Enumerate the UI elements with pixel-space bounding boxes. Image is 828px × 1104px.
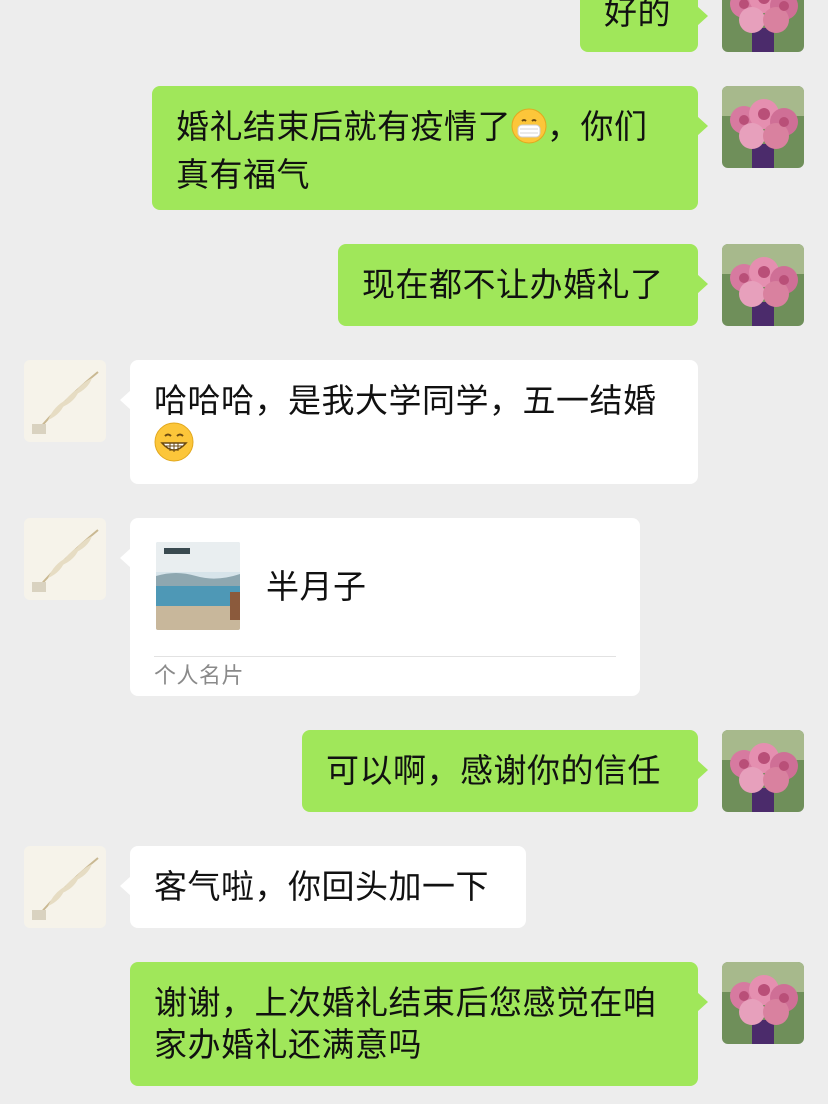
my-avatar[interactable] [722, 0, 804, 52]
my-avatar[interactable] [722, 86, 804, 168]
rose-bouquet-avatar-icon [722, 962, 804, 1044]
message-line: 真有福气 [176, 155, 310, 194]
message-text: 婚礼结束后就有疫情了 [176, 107, 511, 146]
message-line: 谢谢，上次婚礼结束后您感觉在咱 [154, 983, 657, 1022]
contact-card-name: 半月子 [266, 567, 367, 606]
message-bubble-received[interactable]: 哈哈哈，是我大学同学，五一结婚 [120, 360, 698, 484]
rose-bouquet-avatar-icon [722, 0, 804, 52]
my-avatar[interactable] [722, 962, 804, 1044]
contact-card-bubble[interactable]: 半月子 个人名片 [120, 518, 640, 696]
message-text: 客气啦，你回头加一下 [154, 867, 489, 906]
rose-bouquet-avatar-icon [722, 244, 804, 326]
my-avatar[interactable] [722, 244, 804, 326]
contact-card-avatar [156, 542, 240, 630]
grin-emoji-icon [154, 422, 194, 472]
chat-area[interactable]: 好的 婚礼结束后就有疫情了 ，你们 真有福气 现在都不让办婚礼了 哈哈哈，是我大… [0, 0, 828, 1104]
message-bubble-received[interactable]: 客气啦，你回头加一下 [120, 846, 526, 928]
contact-avatar[interactable] [24, 518, 106, 600]
message-bubble-sent[interactable]: 谢谢，上次婚礼结束后您感觉在咱 家办婚礼还满意吗 [130, 962, 708, 1086]
message-bubble-sent[interactable]: 可以啊，感谢你的信任 [302, 730, 708, 812]
message-text: 哈哈哈，是我大学同学，五一结婚 [154, 381, 657, 420]
mask-face-emoji-icon [511, 108, 547, 154]
rose-bouquet-avatar-icon [722, 86, 804, 168]
message-text: 现在都不让办婚礼了 [362, 265, 664, 304]
message-bubble-sent[interactable]: 现在都不让办婚礼了 [338, 244, 708, 326]
feather-avatar-icon [24, 846, 106, 928]
message-bubble-sent[interactable]: 婚礼结束后就有疫情了 ，你们 真有福气 [152, 86, 708, 210]
message-line: 家办婚礼还满意吗 [154, 1025, 422, 1064]
contact-avatar[interactable] [24, 360, 106, 442]
message-line: 婚礼结束后就有疫情了 ，你们 [176, 106, 674, 154]
message-text: 可以啊，感谢你的信任 [326, 751, 661, 790]
feather-avatar-icon [24, 360, 106, 442]
contact-card-type: 个人名片 [154, 664, 245, 689]
feather-avatar-icon [24, 518, 106, 600]
message-bubble-sent[interactable]: 好的 [580, 0, 708, 52]
divider [154, 656, 616, 657]
rose-bouquet-avatar-icon [722, 730, 804, 812]
contact-avatar[interactable] [24, 846, 106, 928]
my-avatar[interactable] [722, 730, 804, 812]
message-line [154, 422, 674, 464]
message-text: ，你们 [547, 107, 648, 146]
message-text: 好的 [604, 0, 671, 32]
